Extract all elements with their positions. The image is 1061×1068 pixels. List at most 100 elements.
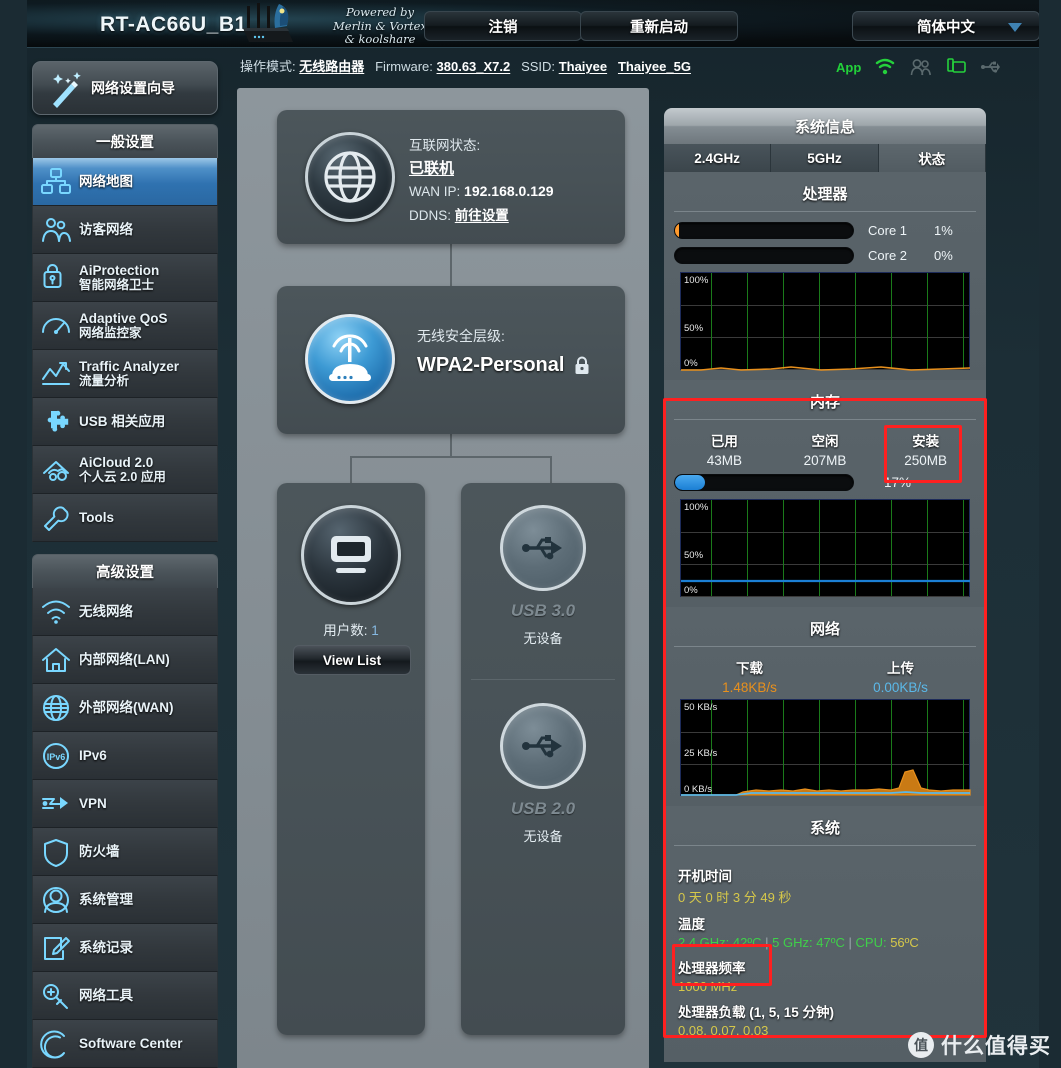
memory-ytick-0: 0% — [684, 585, 698, 596]
cpu-usage-graph: 100% 50% 0% — [680, 272, 971, 371]
memory-heading: 内存 — [674, 386, 976, 420]
admin-user-icon — [33, 885, 79, 915]
temp-5-value: 47ºC — [816, 935, 845, 950]
tab-5ghz[interactable]: 5GHz — [771, 144, 879, 172]
magic-wand-icon — [53, 72, 81, 108]
ssid-5g-link[interactable]: Thaiyee_5G — [618, 59, 691, 74]
sidebar-item-[interactable]: 无线网络 — [32, 588, 218, 636]
puzzle-icon — [33, 407, 79, 437]
sidebar-item-[interactable]: 网络地图 — [32, 158, 218, 206]
memory-bar-row: 17% — [674, 474, 976, 491]
advanced-settings-header: 高级设置 — [32, 554, 218, 588]
cpu-core-bar — [674, 247, 854, 264]
sidebar-item-lan[interactable]: 内部网络(LAN) — [32, 636, 218, 684]
sidebar-item-label: Software Center — [79, 1036, 183, 1051]
network-columns: 下载 1.48KB/s 上传 0.00KB/s — [674, 657, 976, 695]
cpu-ytick-50: 50% — [684, 323, 704, 334]
tab--[interactable]: 状态 — [878, 144, 986, 172]
advanced-settings-menu: 高级设置 无线网络 内部网络(LAN) 外部网络(WAN) IPv6 IPv6 VPN 防火… — [32, 554, 218, 1068]
sidebar-item-software-center[interactable]: Software Center — [32, 1020, 218, 1068]
system-info-panel: 系统信息 2.4GHz 5GHz 状态 处理器 Core 1 1% Core 2 0% 1… — [664, 108, 986, 1062]
network-download-value: 1.48KB/s — [722, 680, 777, 695]
network-map-icon — [33, 167, 79, 197]
chart-icon — [33, 359, 79, 389]
guest-users-icon[interactable] — [909, 58, 933, 76]
lock-icon[interactable] — [574, 356, 590, 375]
network-setup-wizard-button[interactable]: 网络设置向导 — [32, 61, 218, 115]
cpu-ytick-0: 0% — [684, 358, 698, 369]
sidebar-item-traffic-analyzer[interactable]: Traffic Analyzer 流量分析 — [32, 350, 218, 398]
view-list-button[interactable]: View List — [293, 645, 411, 675]
memory-usage-bar — [674, 474, 854, 491]
wireless-security-text: 无线安全层级: WPA2-Personal — [417, 326, 590, 377]
sidebar-item-ipv6[interactable]: IPv6 IPv6 — [32, 732, 218, 780]
connected-clients-card[interactable]: 用户数: 1 View List — [277, 483, 425, 1035]
wifi-icon[interactable] — [875, 58, 895, 76]
memory-total-value: 250MB — [904, 453, 948, 468]
sidebar-item-[interactable]: 网络工具 — [32, 972, 218, 1020]
sidebar-item-[interactable]: 防火墙 — [32, 828, 218, 876]
sidebar-item-label: 系统管理 — [79, 892, 133, 907]
wireless-security-card[interactable]: 无线安全层级: WPA2-Personal — [277, 286, 625, 434]
sidebar-item-label: IPv6 — [79, 748, 107, 763]
memory-used-column: 已用 43MB — [674, 430, 775, 468]
firmware-version-link[interactable]: 380.63_X7.2 — [437, 59, 511, 74]
sidebar-item-[interactable]: 系统记录 — [32, 924, 218, 972]
sidebar-item-label: USB 相关应用 — [79, 414, 166, 429]
usb-port-status: 无设备 — [523, 631, 563, 646]
connector-line-4 — [350, 456, 352, 484]
gauge-icon — [33, 311, 79, 341]
sidebar-item-vpn[interactable]: VPN — [32, 780, 218, 828]
usb-port-3-slot[interactable]: USB 3.0 无设备 — [461, 505, 625, 647]
sidebar-item-usb[interactable]: USB 相关应用 — [32, 398, 218, 446]
sidebar-item-[interactable]: 系统管理 — [32, 876, 218, 924]
usb-port-2-slot[interactable]: USB 2.0 无设备 — [461, 703, 625, 845]
reboot-button[interactable]: 重新启动 — [580, 11, 738, 41]
router-admin-page: RT-AC66U_B1 Powered by Merlin & Vortex &… — [0, 0, 1061, 1068]
cpu-ytick-100: 100% — [684, 275, 709, 286]
wireless-security-label: 无线安全层级: — [417, 328, 505, 344]
memory-used-value: 43MB — [706, 453, 742, 468]
uptime-label: 开机时间 — [678, 869, 732, 884]
wan-ip-row: WAN IP: 192.168.0.129 — [409, 183, 554, 199]
general-settings-menu: 一般设置 网络地图 访客网络 AiProtection 智能网络卫士 Adaptive … — [32, 124, 218, 542]
ssid-24-link[interactable]: Thaiyee — [559, 59, 607, 74]
router-icon — [305, 314, 395, 404]
memory-free-value: 207MB — [803, 453, 847, 468]
internet-status-value[interactable]: 已联机 — [409, 157, 554, 178]
wan-ip-label: WAN IP: — [409, 184, 461, 199]
sidebar-item-sublabel: 个人云 2.0 应用 — [79, 469, 166, 484]
debian-swirl-icon — [33, 1029, 79, 1059]
internet-status-card[interactable]: 互联网状态: 已联机 WAN IP: 192.168.0.129 DDNS: 前… — [277, 110, 625, 244]
sidebar-item-label: Tools — [79, 510, 114, 525]
ddns-setup-link[interactable]: 前往设置 — [455, 208, 509, 223]
sidebar-item-label: AiCloud 2.0 个人云 2.0 应用 — [79, 454, 166, 484]
wireless-security-value: WPA2-Personal — [417, 354, 565, 376]
cpu-frequency-label: 处理器频率 — [678, 961, 746, 976]
opmode-link[interactable]: 无线路由器 — [299, 59, 364, 74]
logout-button[interactable]: 注销 — [424, 11, 582, 41]
client-count-value: 1 — [371, 623, 379, 638]
sidebar-item-adaptive-qos[interactable]: Adaptive QoS 网络监控家 — [32, 302, 218, 350]
usb-device-icon[interactable] — [947, 58, 967, 76]
sidebar-item-label: Traffic Analyzer 流量分析 — [79, 358, 180, 388]
network-upload-column: 上传 0.00KB/s — [825, 657, 976, 695]
tab-2-4ghz[interactable]: 2.4GHz — [664, 144, 772, 172]
sidebar-item-aiprotection[interactable]: AiProtection 智能网络卫士 — [32, 254, 218, 302]
sidebar-item-label: 网络地图 — [79, 174, 133, 189]
app-link[interactable]: App — [836, 60, 861, 75]
sidebar-item-aicloud-2-0[interactable]: AiCloud 2.0 个人云 2.0 应用 — [32, 446, 218, 494]
opmode-label: 操作模式: — [240, 59, 296, 74]
language-dropdown[interactable]: 简体中文 — [852, 11, 1039, 41]
sidebar-item-label: VPN — [79, 796, 107, 811]
client-count-row: 用户数: 1 — [277, 619, 425, 639]
ddns-row: DDNS: 前往设置 — [409, 204, 554, 224]
usb-icon[interactable] — [981, 59, 1001, 75]
sidebar-item-wan[interactable]: 外部网络(WAN) — [32, 684, 218, 732]
memory-free-label: 空闲 — [811, 434, 839, 449]
sidebar-item-[interactable]: 访客网络 — [32, 206, 218, 254]
sidebar-item-tools[interactable]: Tools — [32, 494, 218, 542]
temp-5-label: 5 GHz: — [772, 935, 813, 950]
sidebar-item-label: AiProtection 智能网络卫士 — [79, 262, 160, 292]
top-header-bar: RT-AC66U_B1 Powered by Merlin & Vortex &… — [27, 0, 1039, 48]
